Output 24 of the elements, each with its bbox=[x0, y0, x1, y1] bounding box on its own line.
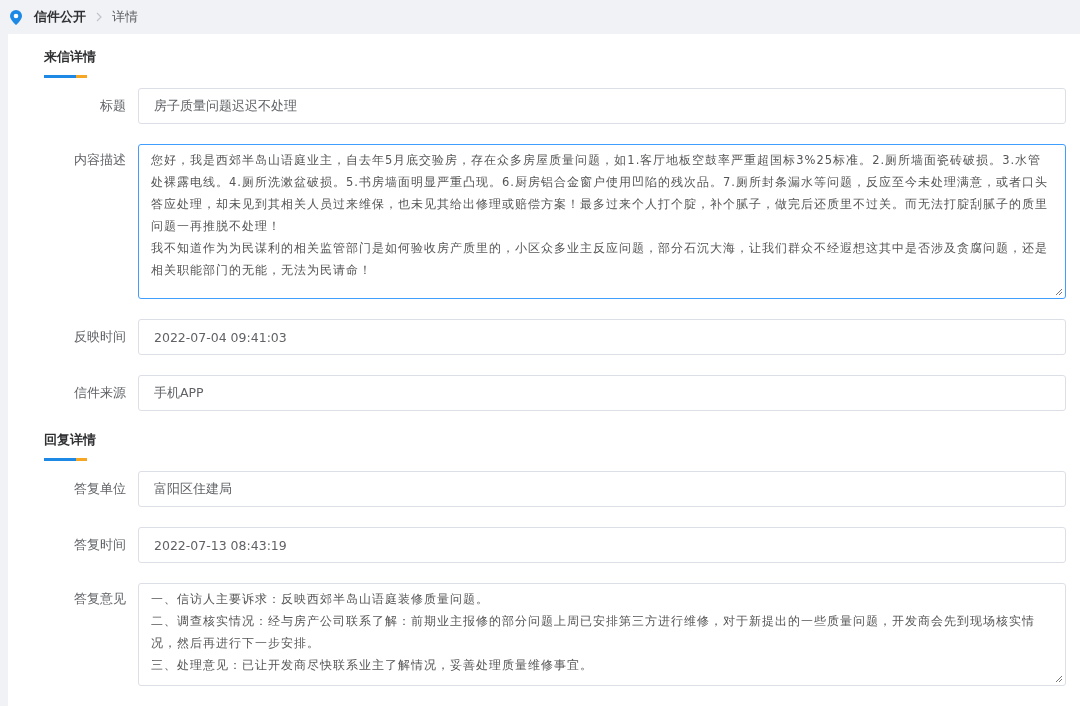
location-pin-icon bbox=[10, 9, 22, 25]
section-underline bbox=[44, 458, 87, 461]
chevron-right-icon bbox=[96, 12, 102, 22]
section-title: 回复详情 bbox=[44, 431, 97, 449]
field-label: 反映时间 bbox=[73, 328, 127, 346]
section-underline bbox=[44, 75, 87, 78]
text-area[interactable]: 您好，我是西郊半岛山语庭业主，自去年5月底交验房，存在众多房屋质量问题，如1.客厅地板空鼓率严重超国标3%25标准。2.厕所墙面瓷砖破损。3.水管处裸露电线。4.厕所洗漱盆破损。5.书房墙面明显严重凸现。6.厨房铝合金窗户使用凹陷的残次品。7.厕所封条漏水等问题，反应至今未处理满意，或者口头答应处理，却未见到其相关人员过来维保，也未见其给出修理或赔偿方案！最多过来个人打个腚，补个腻子，做完后还质里不过关。而无法打腚刮腻子的质里问题一再推脱不处理！ 我不知道作为为民谋利的相关监管部门是如何验收房产质里的，小区众多业主反应问题，部分石沉大海，让我们群众不经遐想这其中是否涉及贪腐问题，还是相关职能部门的无能，无法为民请命！ bbox=[138, 144, 1066, 299]
breadcrumb-item[interactable]: 信件公开 bbox=[34, 8, 86, 26]
field-label: 标题 bbox=[99, 97, 127, 115]
text-field[interactable]: 房子质量问题迟迟不处理 bbox=[138, 88, 1066, 124]
field-label: 答复时间 bbox=[73, 536, 127, 554]
text-field[interactable]: 手机APP bbox=[138, 375, 1066, 411]
field-label: 信件来源 bbox=[73, 384, 127, 402]
field-label: 内容描述 bbox=[73, 151, 127, 169]
text-area[interactable]: 一、信访人主要诉求：反映西郊半岛山语庭装修质量问题。 二、调查核实情况：经与房产公司联系了解：前期业主报修的部分问题上周已安排第三方进行维修，对于新提出的一些质量问题，开发商会先到现场核实情况，然后再进行下一步安排。 三、处理意见：已让开发商尽快联系业主了解情况，妥善处理质量维修事宜。 bbox=[138, 583, 1066, 686]
text-field[interactable]: 2022-07-04 09:41:03 bbox=[138, 319, 1066, 355]
text-field[interactable]: 富阳区住建局 bbox=[138, 471, 1066, 507]
field-label: 答复意见 bbox=[73, 590, 127, 608]
section-title: 来信详情 bbox=[44, 48, 97, 66]
text-field[interactable]: 2022-07-13 08:43:19 bbox=[138, 527, 1066, 563]
resize-grip-icon[interactable] bbox=[1055, 288, 1063, 296]
breadcrumb-item: 详情 bbox=[112, 8, 138, 26]
field-label: 答复单位 bbox=[73, 480, 127, 498]
resize-grip-icon[interactable] bbox=[1055, 675, 1063, 683]
